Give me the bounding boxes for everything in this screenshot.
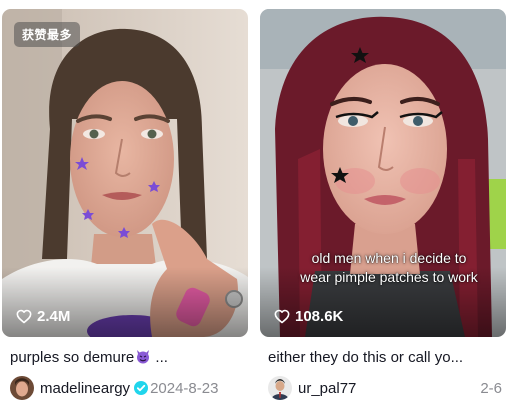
video-description[interactable]: either they do this or call yo... [260, 348, 506, 368]
video-card[interactable]: old men when i decide to wear pimple pat… [260, 9, 506, 400]
smiling-devil-emoji [137, 350, 150, 364]
avatar[interactable] [10, 376, 34, 400]
video-thumbnail[interactable]: old men when i decide to wear pimple pat… [260, 9, 506, 337]
avatar-image [268, 376, 292, 400]
like-count: 2.4M [16, 308, 70, 325]
like-count-text: 2.4M [37, 308, 71, 325]
description-text: either they do this or call yo... [268, 349, 464, 366]
author-row[interactable]: madelineargy 2024-8-23 [2, 376, 248, 400]
author-row[interactable]: ur_pal77 2-6 [260, 376, 506, 400]
post-date: 2-6 [480, 379, 502, 397]
post-date: 2024-8-23 [150, 379, 219, 397]
video-card[interactable]: 获赞最多 2.4M purples so demure ... madeline… [2, 9, 248, 400]
description-ellipsis: ... [151, 349, 168, 366]
username[interactable]: ur_pal77 [298, 380, 356, 397]
heart-outline-icon [274, 309, 290, 324]
avatar[interactable] [268, 376, 292, 400]
thumbnail-shade [2, 267, 248, 337]
most-liked-badge: 获赞最多 [14, 22, 81, 47]
verified-check-icon [134, 381, 149, 395]
video-description[interactable]: purples so demure ... [2, 348, 248, 368]
username[interactable]: madelineargy [40, 380, 130, 397]
like-count-text: 108.6K [295, 308, 344, 325]
heart-outline-icon [16, 309, 32, 324]
like-count: 108.6K [274, 308, 343, 325]
video-thumbnail[interactable]: 获赞最多 2.4M [2, 9, 248, 337]
description-text: purples so demure [10, 349, 135, 366]
avatar-image [10, 376, 34, 400]
video-overlay-caption: old men when i decide to wear pimple pat… [300, 250, 478, 285]
